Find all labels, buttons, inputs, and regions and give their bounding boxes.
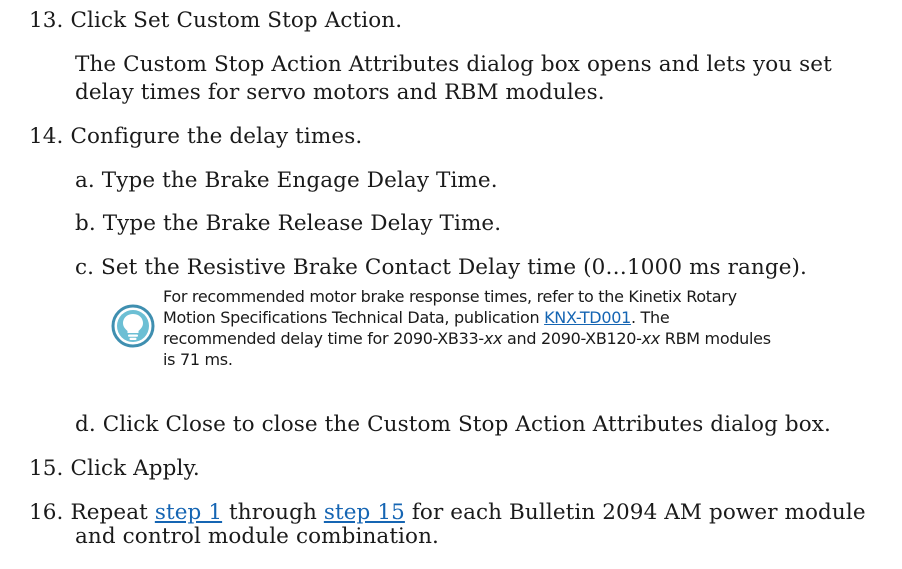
substep-b: b. Type the Brake Release Delay Time. [75, 211, 502, 236]
tip-line-1: For recommended motor brake response tim… [163, 287, 737, 306]
step-number: 13. [29, 8, 64, 33]
step-16-line2: and control module combination. [75, 524, 439, 549]
step-number: 14. [29, 124, 64, 149]
tip-line-3: recommended delay time for 2090-XB33-xx … [163, 329, 771, 348]
tip-text: For recommended motor brake response tim… [163, 286, 863, 370]
tip-line-4: is 71 ms. [163, 350, 233, 369]
step-text: Click Set Custom Stop Action. [70, 8, 403, 33]
substep-c: c. Set the Resistive Brake Contact Delay… [75, 255, 807, 280]
step-14: 14. Configure the delay times. [29, 123, 362, 151]
step-number: 15. [29, 456, 64, 481]
tip-line-2: Motion Specifications Technical Data, pu… [163, 308, 670, 327]
step-text: Click Apply. [70, 456, 200, 481]
lightbulb-icon [111, 304, 155, 348]
step-1-link[interactable]: step 1 [155, 500, 222, 525]
document-page: { "steps": [ { "number": "13.", "text": … [0, 0, 902, 569]
step-text: Configure the delay times. [70, 124, 363, 149]
step-13: 13. Click Set Custom Stop Action. [29, 7, 402, 35]
step-number: 16. [29, 500, 64, 525]
substep-a: a. Type the Brake Engage Delay Time. [75, 168, 498, 193]
step-13-detail-line1: The Custom Stop Action Attributes dialog… [75, 52, 832, 77]
publication-link[interactable]: KNX-TD001 [544, 308, 631, 327]
step-15-link[interactable]: step 15 [324, 500, 405, 525]
step-13-detail-line2: delay times for servo motors and RBM mod… [75, 80, 605, 105]
substep-d: d. Click Close to close the Custom Stop … [75, 412, 831, 437]
step-15: 15. Click Apply. [29, 455, 200, 483]
